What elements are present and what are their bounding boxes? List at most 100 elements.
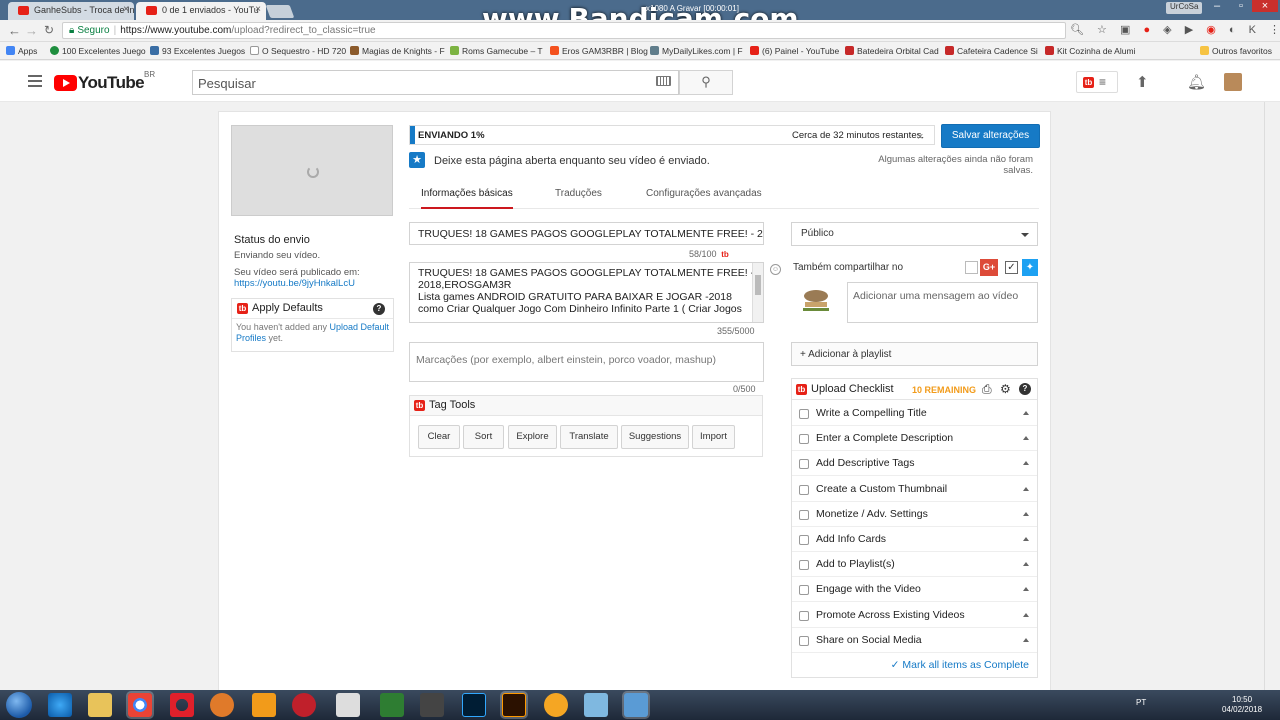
video-link[interactable]: https://youtu.be/9jyHnkalLcU (234, 278, 355, 289)
zoom-icon[interactable]: 🔍︎ (1070, 24, 1084, 36)
mark-all-complete-link[interactable]: ✓ Mark all items as Complete (891, 659, 1029, 671)
tags-input[interactable]: Marcações (por exemplo, albert einstein,… (409, 342, 764, 382)
bookmark-item[interactable]: O Sequestro - HD 720 (250, 46, 346, 56)
page-scrollbar[interactable] (1264, 102, 1280, 690)
app-icon[interactable] (210, 693, 234, 717)
bookmark-item[interactable]: MyDailyLikes.com | F (650, 46, 743, 56)
app-icon[interactable] (336, 693, 360, 717)
checklist-item[interactable]: Add Info Cards (792, 527, 1037, 552)
browser-tab-ganhesubs[interactable]: GanheSubs - Troca de In × (8, 2, 134, 20)
chrome-icon[interactable] (128, 693, 152, 717)
checklist-item[interactable]: Monetize / Adv. Settings (792, 502, 1037, 527)
new-tab-button[interactable] (265, 5, 295, 18)
avatar[interactable] (1224, 73, 1242, 91)
extension-icon[interactable]: ● (1143, 24, 1150, 36)
privacy-select[interactable]: Público (791, 222, 1038, 246)
close-window-icon[interactable]: × (1252, 0, 1278, 12)
help-icon[interactable]: ? (373, 303, 385, 315)
bandicam-icon[interactable] (292, 693, 316, 717)
camtasia-icon[interactable] (380, 693, 404, 717)
bookmark-item[interactable]: Kit Cozinha de Alumi (1045, 46, 1135, 56)
checklist-item[interactable]: Write a Compelling Title (792, 401, 1037, 426)
language-indicator[interactable]: PT (1136, 698, 1146, 707)
translate-tags-button[interactable]: Translate (560, 425, 618, 449)
chevron-up-icon[interactable] (1023, 411, 1029, 415)
minimize-icon[interactable]: – (1204, 0, 1230, 12)
extension-icon[interactable]: ◈ (1163, 24, 1171, 36)
maximize-icon[interactable]: ▫ (1228, 0, 1254, 12)
app-icon[interactable] (624, 693, 648, 717)
internet-explorer-icon[interactable] (48, 693, 72, 717)
tab-basic-info[interactable]: Informações básicas (421, 188, 513, 209)
checklist-item[interactable]: Add Descriptive Tags (792, 451, 1037, 477)
close-tab-icon[interactable]: × (123, 4, 129, 15)
bookmark-item[interactable]: Cafeteira Cadence Si (945, 46, 1038, 56)
chevron-up-icon[interactable] (1023, 612, 1029, 617)
windows-start-icon[interactable] (6, 692, 32, 718)
chevron-up-icon[interactable] (1023, 587, 1029, 592)
bookmark-item[interactable]: 93 Excelentes Juegos (150, 46, 245, 56)
app-icon[interactable] (584, 693, 608, 717)
media-player-icon[interactable] (544, 693, 568, 717)
chevron-up-icon[interactable] (1023, 562, 1029, 567)
checklist-checkbox[interactable] (799, 509, 809, 520)
chevron-up-icon[interactable] (1023, 486, 1029, 491)
add-to-playlist-button[interactable]: + Adicionar à playlist (791, 342, 1038, 366)
chevron-up-icon[interactable] (1023, 637, 1029, 642)
suggestions-tags-button[interactable]: Suggestions (621, 425, 689, 449)
import-tags-button[interactable]: Import (692, 425, 735, 449)
opera-icon[interactable] (170, 693, 194, 717)
search-input[interactable]: Pesquisar (192, 70, 679, 95)
upload-icon[interactable]: ⬆ (1136, 73, 1149, 91)
gear-icon[interactable]: ⚙ (1000, 382, 1011, 396)
chrome-menu-icon[interactable]: ⋮ (1269, 24, 1280, 36)
checklist-checkbox[interactable] (799, 409, 809, 419)
description-scrollbar[interactable] (752, 263, 763, 322)
extension-icon[interactable]: K (1249, 24, 1256, 36)
reload-icon[interactable]: ↻ (44, 23, 54, 37)
extension-icon[interactable]: ▶ (1185, 24, 1193, 36)
bookmark-item[interactable]: Roms Gamecube – T (450, 46, 543, 56)
bookmark-star-icon[interactable]: ☆ (1097, 24, 1107, 36)
system-clock[interactable]: 10:50 04/02/2018 (1222, 695, 1262, 715)
youtube-logo[interactable]: YouTubeBR (54, 70, 155, 93)
extension-icon[interactable]: ◉ (1206, 24, 1216, 36)
bookmark-item[interactable]: Magias de Knights - F (350, 46, 445, 56)
save-changes-button[interactable]: Salvar alterações (941, 124, 1040, 148)
bookmark-other-folder[interactable]: Outros favoritos (1200, 46, 1272, 56)
back-icon[interactable]: ← (8, 23, 21, 38)
checklist-checkbox[interactable] (799, 434, 809, 445)
checklist-item[interactable]: Promote Across Existing Videos (792, 603, 1037, 628)
close-tab-icon[interactable]: × (255, 4, 261, 15)
extension-icon[interactable]: ▣ (1120, 24, 1130, 36)
search-button[interactable]: ⚲ (679, 70, 733, 95)
illustrator-icon[interactable] (502, 693, 526, 717)
bookmark-item[interactable]: (6) Painel - YouTube (750, 46, 839, 56)
forward-icon[interactable]: → (25, 23, 38, 38)
bookmark-item[interactable]: Eros GAM3RBR | Blog (550, 46, 648, 56)
help-icon[interactable]: ? (1019, 383, 1031, 395)
bookmark-apps[interactable]: Apps (6, 46, 37, 56)
sort-tags-button[interactable]: Sort (463, 425, 504, 449)
profile-button[interactable]: UrCoSa (1166, 2, 1202, 14)
hamburger-menu-icon[interactable] (28, 75, 42, 90)
checklist-item[interactable]: Create a Custom Thumbnail (792, 477, 1037, 502)
browser-tab-upload[interactable]: 0 de 1 enviados - YouTu × (136, 2, 266, 20)
checklist-item[interactable]: Share on Social Media (792, 628, 1037, 653)
share-gplus-checkbox[interactable] (965, 261, 978, 274)
bookmark-item[interactable]: 100 Excelentes Juego (50, 46, 146, 56)
keyboard-icon[interactable] (656, 76, 671, 86)
tubebuddy-menu-button[interactable]: tb ≡ (1076, 71, 1118, 93)
chevron-up-icon[interactable] (1023, 511, 1029, 516)
share-twitter-checkbox[interactable]: ✓ (1005, 261, 1018, 274)
chevron-up-icon[interactable] (1023, 436, 1029, 441)
checklist-checkbox[interactable] (799, 459, 809, 470)
checklist-checkbox[interactable] (799, 610, 809, 621)
url-bar[interactable]: 🔒︎ Seguro | https://www.youtube.com/upload?… (62, 22, 1066, 39)
chevron-up-icon[interactable] (1023, 537, 1029, 541)
emoji-icon[interactable]: ☺ (770, 264, 781, 275)
chevron-up-icon[interactable] (1023, 461, 1029, 466)
extension-icon[interactable]: ◐ (1229, 24, 1236, 36)
checklist-checkbox[interactable] (799, 484, 809, 495)
tab-translations[interactable]: Traduções (555, 188, 602, 207)
